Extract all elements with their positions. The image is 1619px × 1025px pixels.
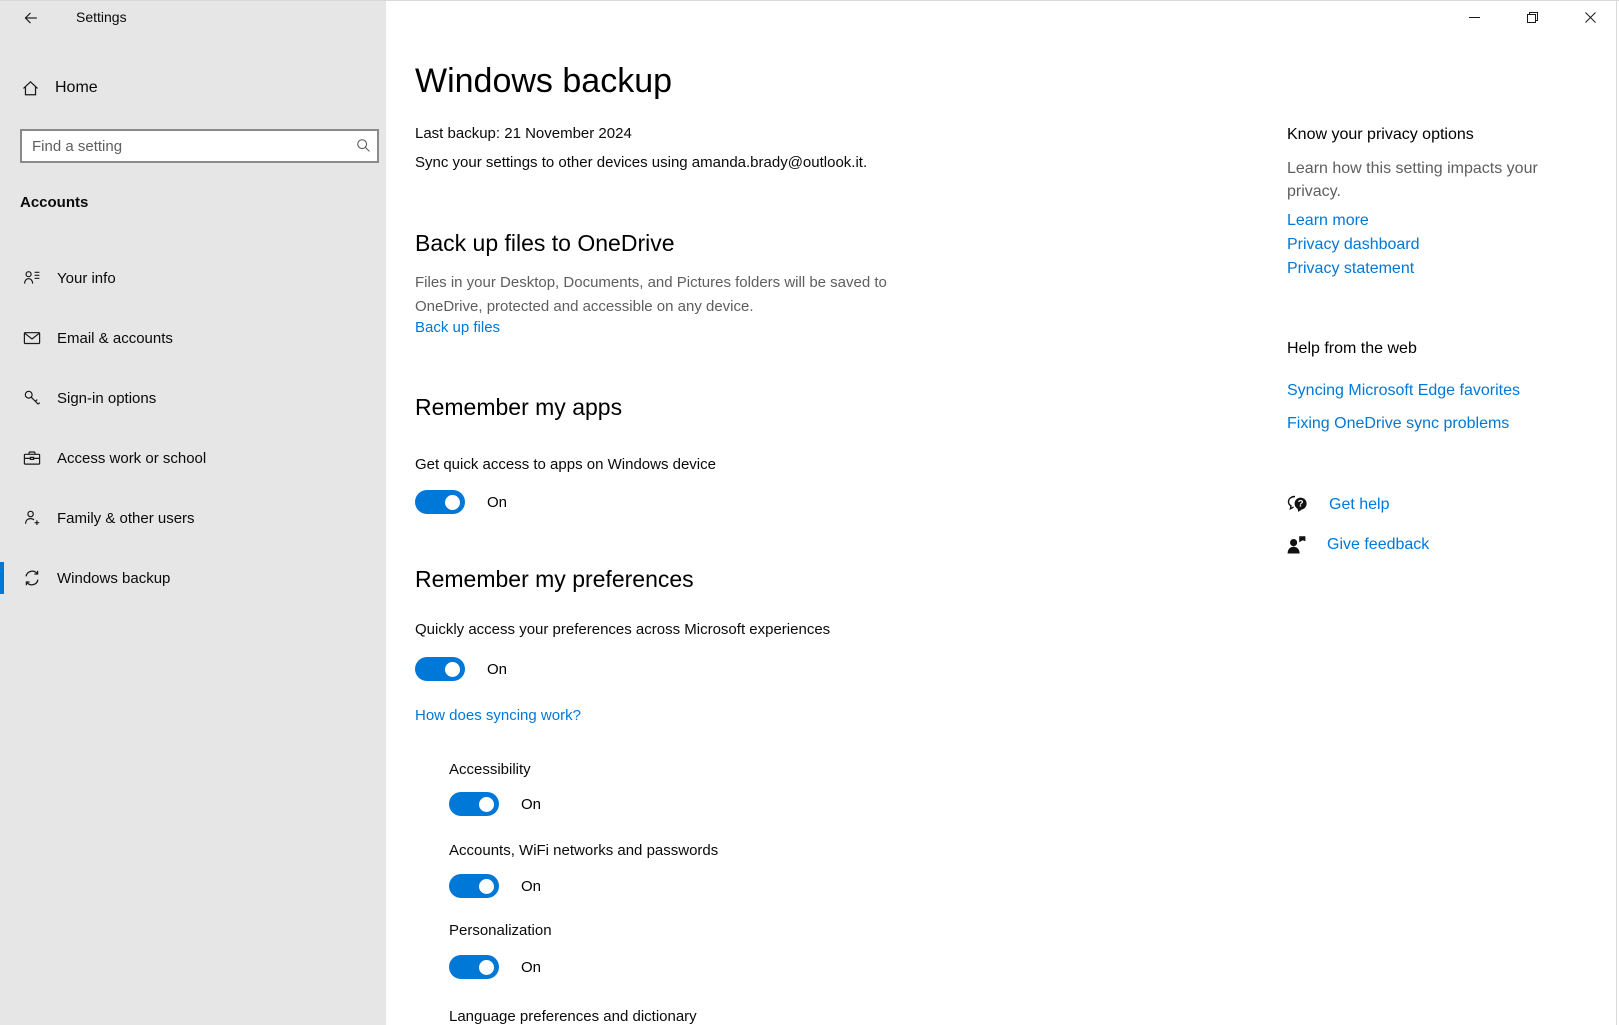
sidebar: Settings Home Accounts [0,0,386,1025]
privacy-options-heading: Know your privacy options [1287,126,1474,144]
learn-more-link[interactable]: Learn more [1287,212,1369,230]
apps-toggle-label: Get quick access to apps on Windows devi… [415,455,716,475]
search-box [20,129,379,163]
home-icon [21,79,40,98]
apps-toggle-state: On [487,494,507,511]
accessibility-toggle[interactable] [449,792,499,816]
settings-window: Settings Home Accounts [0,0,1619,1025]
sidebar-item-label: Home [55,79,98,97]
give-feedback-icon [1285,533,1309,557]
svg-text:?: ? [1298,499,1304,510]
get-help-link[interactable]: Get help [1329,496,1389,514]
sync-status: Sync your settings to other devices usin… [415,153,867,173]
sidebar-item-label: Family & other users [57,510,195,527]
toggle-knob [445,662,460,677]
envelope-icon [22,328,42,348]
search-input[interactable] [20,129,379,163]
help-from-web-heading: Help from the web [1287,340,1417,358]
fixing-onedrive-sync-link[interactable]: Fixing OneDrive sync problems [1287,415,1509,433]
sidebar-section-heading: Accounts [20,194,88,211]
accessibility-toggle-row: On [449,792,541,816]
sub-toggle-label: Accounts, WiFi networks and passwords [449,841,718,861]
preferences-toggle-state: On [487,661,507,678]
back-button[interactable] [18,5,44,31]
sub-toggle-label: Personalization [449,921,552,941]
toggle-knob [479,960,494,975]
briefcase-icon [22,448,42,468]
close-button[interactable] [1561,0,1619,34]
apps-section-heading: Remember my apps [415,394,622,421]
person-card-icon [22,268,42,288]
app-title: Settings [76,9,127,25]
personalization-toggle-state: On [521,959,541,976]
accounts-wifi-toggle[interactable] [449,874,499,898]
accounts-wifi-toggle-state: On [521,878,541,895]
toggle-knob [479,797,494,812]
privacy-statement-link[interactable]: Privacy statement [1287,260,1414,278]
personalization-toggle-row: On [449,955,541,979]
onedrive-section-heading: Back up files to OneDrive [415,230,675,257]
accounts-wifi-toggle-row: On [449,874,541,898]
sidebar-item-windows-backup[interactable]: Windows backup [0,558,386,598]
privacy-options-description: Learn how this setting impacts your priv… [1287,157,1572,203]
scrollbar-track[interactable] [1616,0,1617,1025]
personalization-toggle[interactable] [449,955,499,979]
give-feedback-link[interactable]: Give feedback [1327,536,1429,554]
sync-icon [22,568,42,588]
sidebar-item-label: Your info [57,270,116,287]
toggle-knob [479,879,494,894]
sub-toggle-label: Accessibility [449,760,531,780]
preferences-section-heading: Remember my preferences [415,566,694,593]
last-backup-status: Last backup: 21 November 2024 [415,124,632,144]
apps-toggle[interactable] [415,490,465,514]
get-help-icon: ? [1285,492,1311,518]
privacy-dashboard-link[interactable]: Privacy dashboard [1287,236,1420,254]
toggle-knob [445,495,460,510]
close-icon [1584,11,1597,24]
sidebar-item-access-work-school[interactable]: Access work or school [0,438,386,478]
selected-item-accent-bar [0,562,4,594]
key-icon [22,388,42,408]
preferences-toggle-row: On [415,657,507,681]
back-up-files-link[interactable]: Back up files [415,318,500,338]
onedrive-description: Files in your Desktop, Documents, and Pi… [415,271,955,319]
sidebar-item-label: Sign-in options [57,390,156,407]
sidebar-item-home[interactable]: Home [0,72,386,104]
person-add-icon [22,508,42,528]
sub-toggle-label: Language preferences and dictionary [449,1007,697,1025]
sidebar-item-email-accounts[interactable]: Email & accounts [0,318,386,358]
window-top-border [0,0,1619,1]
syncing-edge-favorites-link[interactable]: Syncing Microsoft Edge favorites [1287,382,1520,400]
sidebar-item-your-info[interactable]: Your info [0,258,386,298]
how-does-syncing-work-link[interactable]: How does syncing work? [415,706,581,726]
sidebar-item-label: Windows backup [57,570,170,587]
restore-button[interactable] [1503,0,1561,34]
search-icon[interactable] [355,137,372,154]
give-feedback-row[interactable]: Give feedback [1285,533,1429,557]
back-arrow-icon [22,9,40,27]
page-title: Windows backup [415,62,672,101]
sidebar-item-sign-in-options[interactable]: Sign-in options [0,378,386,418]
preferences-toggle[interactable] [415,657,465,681]
accessibility-toggle-state: On [521,796,541,813]
preferences-toggle-label: Quickly access your preferences across M… [415,620,830,640]
apps-toggle-row: On [415,490,507,514]
sidebar-item-label: Email & accounts [57,330,173,347]
restore-icon [1526,11,1539,24]
sidebar-item-label: Access work or school [57,450,206,467]
minimize-button[interactable] [1445,0,1503,34]
get-help-row[interactable]: ? Get help [1285,492,1389,518]
sidebar-item-family-other-users[interactable]: Family & other users [0,498,386,538]
